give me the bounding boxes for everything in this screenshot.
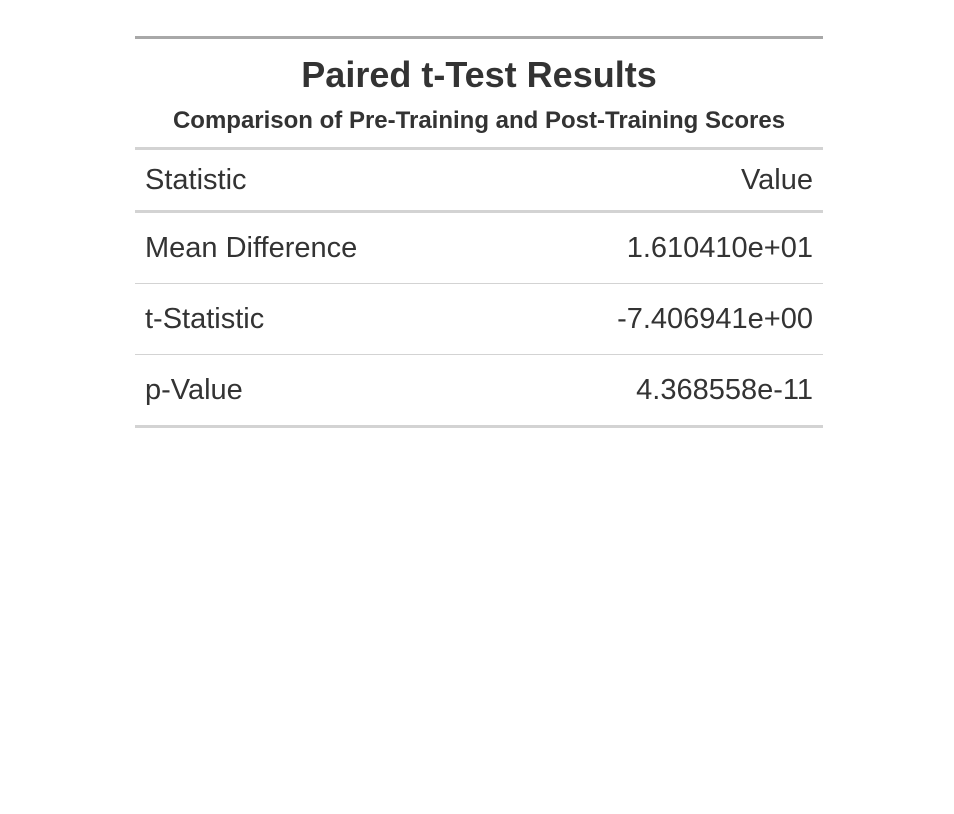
table-header: Paired t-Test Results Comparison of Pre-… [135, 38, 823, 213]
statistic-cell: Mean Difference [145, 231, 358, 264]
table-body: Mean Difference 1.610410e+01 t-Statistic… [135, 212, 823, 427]
subtitle-row: Comparison of Pre-Training and Post-Trai… [135, 99, 823, 150]
column-headings-row: Statistic Value [135, 148, 823, 213]
column-heading-value: Value [491, 148, 823, 213]
statistic-cell: p-Value [135, 354, 492, 427]
value-cell: 4.368558e-11 [491, 354, 823, 427]
table-row: t-Statistic -7.406941e+00 [135, 283, 823, 355]
value-cell: -7.406941e+00 [491, 283, 823, 355]
table-row: p-Value 4.368558e-11 [135, 354, 823, 427]
column-heading-statistic: Statistic [135, 148, 492, 213]
value-cell: 1.610410e+01 [626, 231, 813, 264]
results-table: Paired t-Test Results Comparison of Pre-… [135, 36, 823, 428]
title-row: Paired t-Test Results [135, 38, 823, 100]
statistic-cell: t-Statistic [135, 283, 492, 355]
table-title: Paired t-Test Results [301, 54, 657, 95]
table-row: Mean Difference 1.610410e+01 [135, 212, 823, 284]
table-subtitle: Comparison of Pre-Training and Post-Trai… [135, 99, 823, 150]
